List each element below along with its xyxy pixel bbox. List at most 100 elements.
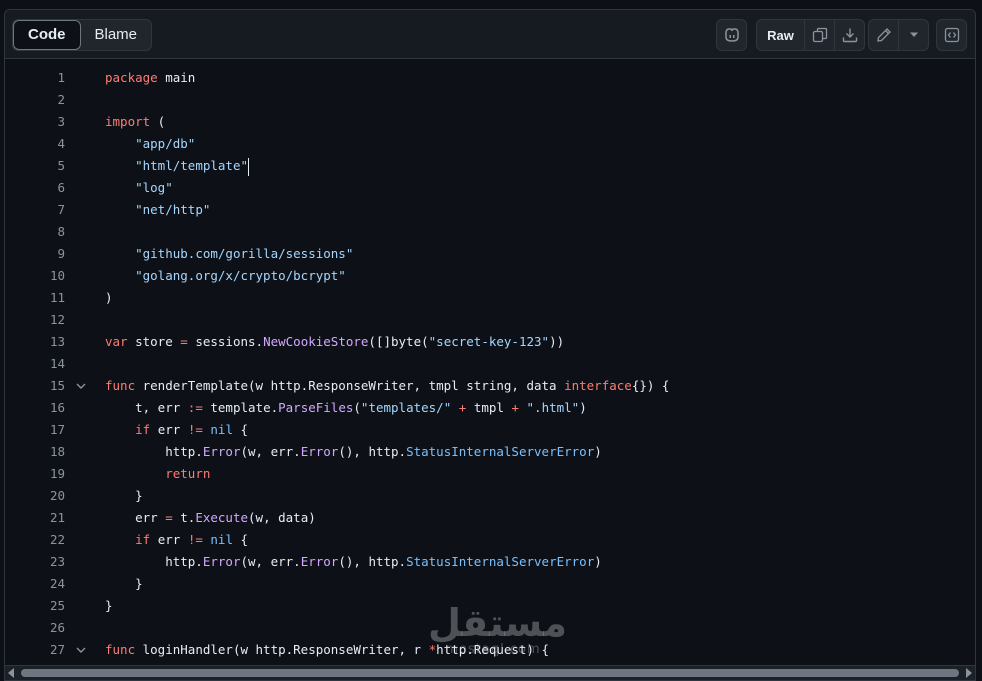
code-line: 16 t, err := template.ParseFiles("templa… bbox=[5, 397, 975, 419]
code-text: if err != nil { bbox=[135, 422, 249, 437]
code-line: 17 if err != nil { bbox=[5, 419, 975, 441]
download-icon bbox=[842, 27, 858, 43]
scroll-left-arrow[interactable] bbox=[8, 668, 14, 678]
code-line: 1 package main bbox=[5, 67, 975, 89]
code-text: return bbox=[165, 466, 211, 481]
code-line: 23 http.Error(w, err.Error(), http.Statu… bbox=[5, 551, 975, 573]
line-number[interactable]: 5 bbox=[5, 155, 65, 177]
code-text: err = t.Execute(w, data) bbox=[105, 510, 316, 525]
line-number[interactable]: 3 bbox=[5, 111, 65, 133]
code-line: 7 "net/http" bbox=[5, 199, 975, 221]
edit-file-button[interactable] bbox=[869, 20, 899, 50]
copilot-button[interactable] bbox=[717, 20, 746, 50]
code-text: var store = sessions.NewCookieStore([]by… bbox=[105, 334, 565, 349]
copilot-icon bbox=[723, 27, 741, 43]
line-number[interactable]: 7 bbox=[5, 199, 65, 221]
code-line: 15 func renderTemplate(w http.ResponseWri… bbox=[5, 375, 975, 397]
code-line: 27 func loginHandler(w http.ResponseWrite… bbox=[5, 639, 975, 661]
line-number[interactable]: 8 bbox=[5, 221, 65, 243]
line-number[interactable]: 26 bbox=[5, 617, 65, 639]
code-line: 18 http.Error(w, err.Error(), http.Statu… bbox=[5, 441, 975, 463]
code-line: 10 "golang.org/x/crypto/bcrypt" bbox=[5, 265, 975, 287]
triangle-down-icon bbox=[909, 32, 919, 38]
line-number[interactable]: 27 bbox=[5, 639, 65, 661]
code-text: } bbox=[105, 488, 143, 503]
scroll-right-arrow[interactable] bbox=[966, 668, 972, 678]
blame-tab[interactable]: Blame bbox=[81, 20, 152, 50]
line-number[interactable]: 20 bbox=[5, 485, 65, 507]
code-text: ) bbox=[105, 290, 113, 305]
line-number[interactable]: 23 bbox=[5, 551, 65, 573]
line-number[interactable]: 25 bbox=[5, 595, 65, 617]
code-text: "app/db" bbox=[135, 136, 196, 151]
line-number[interactable]: 13 bbox=[5, 331, 65, 353]
line-number[interactable]: 14 bbox=[5, 353, 65, 375]
code-line: 8 bbox=[5, 221, 975, 243]
line-number[interactable]: 15 bbox=[5, 375, 65, 397]
code-text: if err != nil { bbox=[135, 532, 249, 547]
file-toolbar: Code Blame Raw bbox=[5, 10, 975, 59]
line-number[interactable]: 18 bbox=[5, 441, 65, 463]
line-number[interactable]: 19 bbox=[5, 463, 65, 485]
line-number[interactable]: 12 bbox=[5, 309, 65, 331]
code-line: 9 "github.com/gorilla/sessions" bbox=[5, 243, 975, 265]
line-number[interactable]: 6 bbox=[5, 177, 65, 199]
line-number[interactable]: 1 bbox=[5, 67, 65, 89]
line-number[interactable]: 22 bbox=[5, 529, 65, 551]
line-number[interactable]: 2 bbox=[5, 89, 65, 111]
symbols-panel-button[interactable] bbox=[937, 20, 966, 50]
horizontal-scrollbar[interactable] bbox=[5, 665, 975, 680]
code-line: 21 err = t.Execute(w, data) bbox=[5, 507, 975, 529]
code-line: 19 return bbox=[5, 463, 975, 485]
code-line: 2 bbox=[5, 89, 975, 111]
code-text: "github.com/gorilla/sessions" bbox=[135, 246, 354, 261]
fold-chevron-icon[interactable] bbox=[75, 375, 89, 397]
line-number[interactable]: 11 bbox=[5, 287, 65, 309]
scrollbar-thumb[interactable] bbox=[21, 669, 959, 677]
code-line: 4 "app/db" bbox=[5, 133, 975, 155]
code-square-icon bbox=[944, 27, 960, 43]
line-number[interactable]: 9 bbox=[5, 243, 65, 265]
raw-button[interactable]: Raw bbox=[757, 20, 805, 50]
line-number[interactable]: 24 bbox=[5, 573, 65, 595]
fold-chevron-icon[interactable] bbox=[75, 639, 89, 661]
code-line: 22 if err != nil { bbox=[5, 529, 975, 551]
edit-dropdown-button[interactable] bbox=[899, 20, 928, 50]
view-mode-toggle: Code Blame bbox=[12, 19, 153, 51]
code-line: 14 bbox=[5, 353, 975, 375]
raw-actions-group: Raw bbox=[756, 19, 865, 51]
code-line: 13 var store = sessions.NewCookieStore([]… bbox=[5, 331, 975, 353]
code-line: 24 } bbox=[5, 573, 975, 595]
code-tab[interactable]: Code bbox=[13, 20, 81, 50]
line-number[interactable]: 21 bbox=[5, 507, 65, 529]
code-text: "html/template" bbox=[105, 155, 249, 177]
code-text: "log" bbox=[135, 180, 173, 195]
symbols-button-group bbox=[936, 19, 967, 51]
code-line: 6 "log" bbox=[5, 177, 975, 199]
file-viewer: Code Blame Raw 1 package main 2 3 import… bbox=[4, 9, 976, 681]
copy-raw-button[interactable] bbox=[805, 20, 835, 50]
line-number[interactable]: 16 bbox=[5, 397, 65, 419]
edit-actions-group bbox=[868, 19, 929, 51]
code-text: } bbox=[105, 576, 143, 591]
code-line: 26 bbox=[5, 617, 975, 639]
line-number[interactable]: 4 bbox=[5, 133, 65, 155]
copy-icon bbox=[812, 27, 828, 43]
code-line: 5 "html/template" bbox=[5, 155, 975, 177]
code-view[interactable]: 1 package main 2 3 import (4 "app/db" 5 "html… bbox=[5, 59, 975, 666]
download-button[interactable] bbox=[835, 20, 864, 50]
line-number[interactable]: 17 bbox=[5, 419, 65, 441]
code-line: 25} bbox=[5, 595, 975, 617]
code-text: t, err := template.ParseFiles("templates… bbox=[105, 400, 587, 415]
code-line: 11) bbox=[5, 287, 975, 309]
code-text: "net/http" bbox=[135, 202, 211, 217]
code-text: "golang.org/x/crypto/bcrypt" bbox=[135, 268, 346, 283]
line-number[interactable]: 10 bbox=[5, 265, 65, 287]
code-text: http.Error(w, err.Error(), http.StatusIn… bbox=[105, 554, 602, 569]
pencil-icon bbox=[876, 27, 892, 43]
copilot-button-group bbox=[716, 19, 747, 51]
code-text: import ( bbox=[105, 114, 166, 129]
code-text: http.Error(w, err.Error(), http.StatusIn… bbox=[105, 444, 602, 459]
code-line: 12 bbox=[5, 309, 975, 331]
code-line: 20 } bbox=[5, 485, 975, 507]
